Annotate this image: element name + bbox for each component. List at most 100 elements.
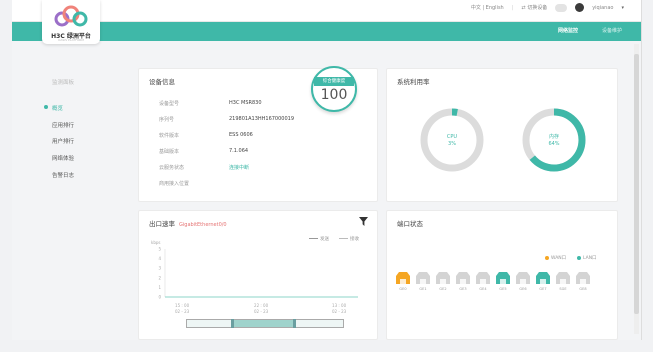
port-status-card: 端口状态 WAN口 LAN口 GE0 GE1 GE2 GE3 GE4 GE5 GE6 GE7 S… (386, 210, 618, 340)
device-info-title: 设备信息 (149, 78, 175, 86)
ethernet-port-icon (476, 272, 490, 284)
tab-network-monitor[interactable]: 网络监控 (558, 27, 578, 34)
slider-selection[interactable] (233, 320, 293, 327)
brand-subtitle: OASIS PLATFORM (58, 38, 84, 42)
ethernet-port-icon (416, 272, 430, 284)
cpu-value: 3% (448, 141, 456, 147)
port-label: GE4 (479, 287, 487, 291)
port-ge0[interactable]: GE0 (395, 271, 411, 291)
outbound-rate-chart: 5 4 3 2 1 0 (158, 247, 358, 300)
slider-left-handle[interactable] (231, 319, 234, 328)
system-usage-title: 系统利用率 (397, 78, 430, 86)
info-label-software: 软件版本 (159, 133, 180, 139)
slider-right-handle[interactable] (293, 319, 296, 328)
sidebar-item-alarm-log[interactable]: 告警日志 (52, 171, 74, 179)
sidebar: 监测面板 概览 应用排行 用户排行 网络体验 告警日志 (12, 62, 124, 340)
active-dot-icon (44, 105, 48, 109)
memory-label: 内存 (549, 133, 559, 140)
language-switch[interactable]: 中文 | English (471, 4, 504, 11)
info-label-base-version: 基础版本 (159, 149, 180, 155)
y-tick-label: 2 (158, 275, 161, 280)
x-tick-0: 15 : 00 02 - 23 (175, 303, 190, 314)
info-value-cloud-status: 连接中断 (229, 165, 250, 171)
filter-icon[interactable] (359, 217, 368, 226)
info-label-access-location: 商用接入位置 (159, 181, 190, 187)
ethernet-port-icon (536, 272, 550, 284)
port-label: GE7 (539, 287, 547, 291)
port-ge6[interactable]: GE6 (515, 271, 531, 291)
legend-rx: 接收 (339, 236, 359, 242)
user-avatar-icon[interactable] (575, 3, 585, 12)
time-range-slider[interactable] (186, 319, 344, 328)
main-nav-bar: 网络监控 设备维护 (12, 22, 641, 41)
y-tick-label: 0 (158, 295, 161, 300)
chevron-down-icon[interactable]: ▾ (621, 5, 624, 11)
legend-wan: WAN口 (545, 255, 566, 261)
port-ge3[interactable]: GE3 (455, 271, 471, 291)
port-ge8[interactable]: GE8 (575, 271, 591, 291)
health-score-badge: 综合健康度 100 (311, 66, 357, 112)
memory-ring: 内存 64% (522, 108, 586, 172)
info-value-base-version: 7.1.064 (229, 148, 249, 154)
port-ge5[interactable]: GE5 (495, 271, 511, 291)
port-label: GE6 (519, 287, 527, 291)
port-label: GE5 (499, 287, 507, 291)
y-tick-label: 3 (158, 266, 161, 271)
health-score-value: 100 (320, 87, 348, 103)
outbound-rate-header: 出口速率 GigabitEthernet0/0 (149, 218, 227, 228)
legend-tx: 发送 (309, 236, 329, 242)
port-label: SGE (559, 287, 567, 291)
sidebar-item-network-experience[interactable]: 网络体验 (52, 154, 74, 162)
system-usage-card: 系统利用率 CPU 3% 内存 64% (386, 68, 618, 202)
port-label: GE1 (419, 287, 427, 291)
port-label: GE0 (399, 287, 407, 291)
port-ge1[interactable]: GE1 (415, 271, 431, 291)
outbound-rate-title: 出口速率 (149, 220, 175, 228)
port-status-title: 端口状态 (397, 220, 423, 228)
port-ge4[interactable]: GE4 (475, 271, 491, 291)
oasis-cloud-logo-icon (54, 5, 88, 27)
x-tick-2: 13 : 00 02 - 23 (332, 303, 347, 314)
port-label: GE2 (439, 287, 447, 291)
info-value-serial: 219801A13HH167000019 (229, 116, 295, 122)
switch-device-link[interactable]: ⇄ 切换设备 (521, 4, 547, 11)
port-ge7[interactable]: GE7 (535, 271, 551, 291)
sidebar-item-overview[interactable]: 概览 (44, 104, 64, 112)
ethernet-port-icon (556, 272, 570, 284)
ethernet-port-icon (496, 272, 510, 284)
outbound-rate-card: 出口速率 GigabitEthernet0/0 发送 接收 kbps 543210… (138, 210, 378, 340)
tab-device-maintenance[interactable]: 设备维护 (602, 27, 622, 34)
y-tick-label: 4 (158, 256, 161, 261)
port-label: GE3 (459, 287, 467, 291)
user-name[interactable]: yiqianao (592, 5, 613, 11)
sidebar-title: 监测面板 (52, 80, 75, 86)
x-tick-1: 22 : 00 02 - 23 (254, 303, 269, 314)
ethernet-port-icon (396, 272, 410, 284)
vertical-scrollbar[interactable] (634, 44, 639, 334)
health-score-label: 综合健康度 (314, 77, 354, 86)
interface-selector[interactable]: GigabitEthernet0/0 (179, 222, 227, 228)
cpu-label: CPU (447, 134, 458, 140)
sidebar-item-user-ranking[interactable]: 用户排行 (52, 137, 74, 145)
top-menu: 中文 | English | ⇄ 切换设备 yiqianao ▾ (471, 3, 624, 12)
port-sge[interactable]: SGE (555, 271, 571, 291)
ethernet-port-icon (576, 272, 590, 284)
sidebar-item-label: 概览 (52, 106, 64, 112)
top-bar: 中文 | English | ⇄ 切换设备 yiqianao ▾ (12, 0, 641, 22)
memory-value: 64% (548, 141, 559, 147)
info-value-model: H3C MSR830 (229, 100, 262, 106)
info-label-model: 设备型号 (159, 101, 180, 107)
y-tick-label: 1 (158, 285, 161, 290)
sidebar-item-app-ranking[interactable]: 应用排行 (52, 121, 74, 129)
device-info-card: 设备信息 设备型号 H3C MSR830 序列号 219801A13HH1670… (138, 66, 378, 202)
scrollbar-thumb[interactable] (634, 54, 639, 314)
info-value-software: ESS 0606 (229, 132, 253, 138)
ethernet-port-icon (516, 272, 530, 284)
app-window: 中文 | English | ⇄ 切换设备 yiqianao ▾ 网络监控 设备… (12, 0, 642, 340)
brand-logo[interactable]: H3C 绿洲平台 OASIS PLATFORM (42, 0, 100, 44)
cpu-ring: CPU 3% (420, 108, 484, 172)
port-list: GE0 GE1 GE2 GE3 GE4 GE5 GE6 GE7 SGE GE8 (395, 271, 591, 291)
port-ge2[interactable]: GE2 (435, 271, 451, 291)
message-icon[interactable] (555, 3, 568, 12)
menu-divider: | (511, 4, 514, 11)
